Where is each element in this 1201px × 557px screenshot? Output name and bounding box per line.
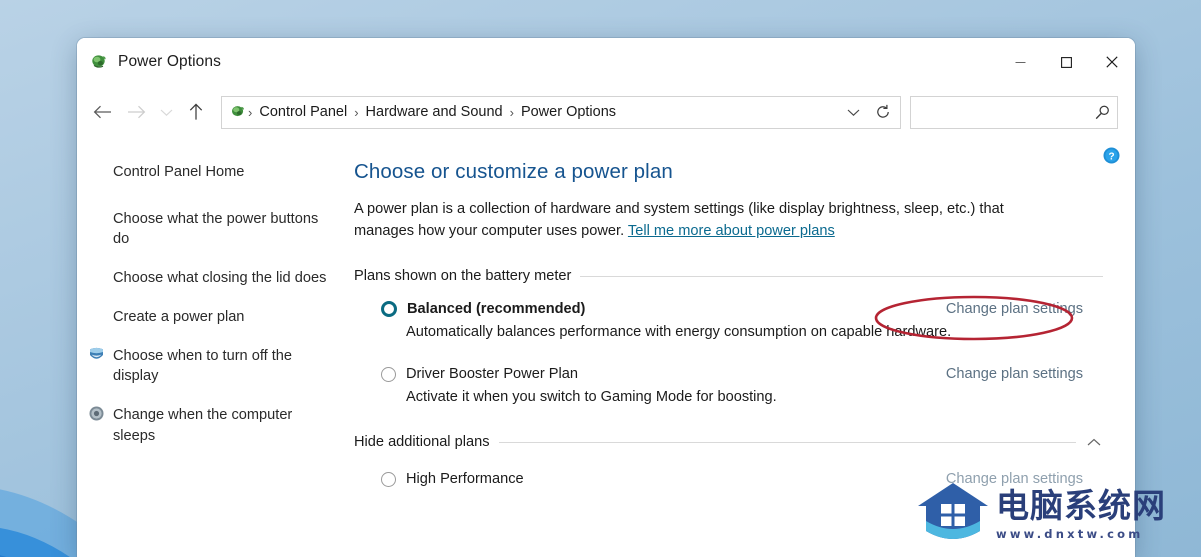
sidebar-item-computer-sleeps[interactable]: Change when the computer sleeps — [77, 401, 354, 450]
breadcrumb-separator: › — [354, 104, 359, 120]
sidebar-item-label: Create a power plan — [113, 308, 245, 325]
breadcrumb-hardware-and-sound[interactable]: Hardware and Sound — [361, 101, 508, 123]
change-plan-settings-link-balanced[interactable]: Change plan settings — [946, 301, 1083, 317]
plan-name[interactable]: Driver Booster Power Plan — [406, 366, 578, 382]
back-arrow-icon — [93, 105, 111, 119]
refresh-icon — [877, 104, 889, 118]
power-options-window: Power Options › Control Panel › Hardware… — [77, 38, 1135, 557]
forward-button[interactable] — [119, 95, 153, 129]
sidebar-item-label: Change when the computer sleeps — [113, 407, 293, 444]
sidebar-item-label: Choose when to turn off the display — [113, 347, 293, 385]
breadcrumb-power-options[interactable]: Power Options — [516, 101, 621, 123]
search-input[interactable] — [920, 103, 1094, 121]
group-label: Plans shown on the battery meter — [354, 268, 572, 285]
search-icon[interactable] — [1094, 104, 1111, 121]
plan-description: Activate it when you switch to Gaming Mo… — [406, 389, 777, 406]
up-arrow-icon — [189, 103, 203, 120]
address-bar[interactable]: › Control Panel › Hardware and Sound › P… — [221, 95, 901, 129]
sidebar-item-label: Choose what the power buttons do — [113, 210, 319, 248]
minimize-button[interactable] — [997, 38, 1043, 86]
page-title: Choose or customize a power plan — [354, 160, 673, 183]
maximize-icon — [1060, 56, 1072, 68]
sidebar-item-power-buttons[interactable]: Choose what the power buttons do — [77, 205, 354, 254]
group-header-battery-meter: Plans shown on the battery meter — [354, 268, 1103, 284]
recent-locations-button[interactable] — [153, 95, 179, 129]
radio-balanced[interactable] — [381, 301, 397, 318]
chevron-down-icon — [847, 109, 859, 116]
desktop-background: Power Options › Control Panel › Hardware… — [0, 0, 1201, 557]
sidebar: Control Panel Home Choose what the power… — [77, 138, 354, 557]
radio-high-performance[interactable] — [381, 471, 396, 487]
breadcrumb-separator: › — [248, 104, 253, 120]
collapse-additional-plans-button[interactable] — [1085, 433, 1103, 451]
change-plan-settings-link-driver-booster[interactable]: Change plan settings — [946, 366, 1083, 382]
sidebar-item-label: Choose what closing the lid does — [113, 270, 327, 287]
breadcrumb-separator: › — [509, 104, 514, 120]
window-content: Control Panel Home Choose what the power… — [77, 138, 1135, 557]
power-plug-icon — [232, 106, 244, 117]
up-button[interactable] — [179, 95, 213, 129]
search-box[interactable] — [910, 95, 1118, 129]
plan-row-driver-booster: Driver Booster Power Plan Activate it wh… — [354, 366, 1103, 405]
group-header-additional-plans: Hide additional plans — [354, 433, 1103, 451]
sidebar-item-label: Control Panel Home — [113, 164, 245, 180]
change-plan-settings-link-high-performance[interactable]: Change plan settings — [946, 471, 1083, 487]
sidebar-item-control-panel-home[interactable]: Control Panel Home — [77, 158, 354, 187]
svg-text:?: ? — [1108, 151, 1114, 162]
sidebar-item-create-power-plan[interactable]: Create a power plan — [77, 303, 354, 332]
shield-sleep-icon — [89, 406, 104, 421]
address-dropdown-button[interactable] — [838, 98, 868, 127]
plan-name[interactable]: Balanced (recommended) — [407, 301, 585, 317]
window-titlebar[interactable]: Power Options — [77, 38, 1135, 86]
close-button[interactable] — [1089, 38, 1135, 86]
shield-display-icon — [90, 347, 103, 359]
minimize-icon — [1015, 61, 1025, 63]
refresh-button[interactable] — [868, 98, 898, 127]
maximize-button[interactable] — [1043, 38, 1089, 86]
chevron-down-icon — [160, 109, 172, 116]
plan-row-balanced: Balanced (recommended) Automatically bal… — [354, 296, 1103, 341]
forward-arrow-icon — [127, 105, 145, 119]
group-rule — [498, 441, 1076, 443]
group-rule — [580, 275, 1103, 277]
sidebar-item-closing-lid[interactable]: Choose what closing the lid does — [77, 264, 354, 293]
plan-row-high-performance: High Performance Change plan settings — [354, 471, 1103, 487]
navigation-toolbar: › Control Panel › Hardware and Sound › P… — [77, 86, 1135, 138]
window-title: Power Options — [118, 53, 221, 70]
tell-me-more-link[interactable]: Tell me more about power plans — [628, 223, 835, 239]
close-icon — [1106, 56, 1118, 68]
sidebar-item-turn-off-display[interactable]: Choose when to turn off the display — [77, 342, 354, 391]
main-panel: ? Choose or customize a power plan A pow… — [354, 138, 1135, 557]
power-plug-icon — [92, 55, 106, 68]
plan-name[interactable]: High Performance — [406, 471, 524, 487]
radio-driver-booster[interactable] — [381, 366, 396, 382]
chevron-up-icon — [1087, 438, 1101, 446]
help-circle-icon[interactable]: ? — [1103, 147, 1120, 164]
group-label: Hide additional plans — [354, 434, 490, 451]
back-button[interactable] — [85, 95, 119, 129]
breadcrumb-control-panel[interactable]: Control Panel — [254, 101, 352, 123]
window-caption-buttons — [997, 38, 1135, 86]
page-description: A power plan is a collection of hardware… — [354, 198, 1026, 242]
plan-description: Automatically balances performance with … — [406, 324, 952, 341]
